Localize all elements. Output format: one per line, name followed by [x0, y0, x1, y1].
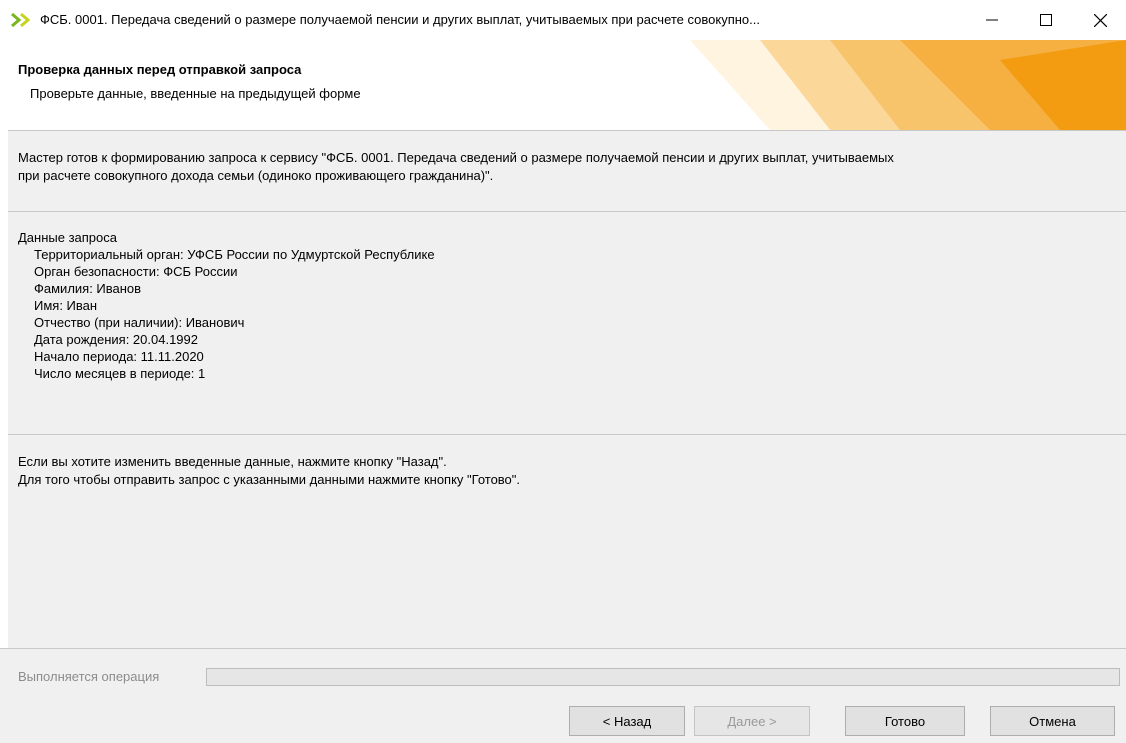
request-data-line: Дата рождения: 20.04.1992 — [34, 332, 198, 347]
wizard-footer: Выполняется операция < Назад Далее > Гот… — [0, 648, 1126, 743]
request-data-line: Имя: Иван — [34, 298, 98, 313]
request-data-line: Начало периода: 11.11.2020 — [34, 349, 204, 364]
request-data-line: Отчество (при наличии): Иванович — [34, 315, 245, 330]
page-subtitle: Проверьте данные, введенные на предыдуще… — [30, 86, 361, 101]
divider — [8, 211, 1126, 212]
wizard-header: Проверка данных перед отправкой запроса … — [0, 40, 1126, 130]
page-title: Проверка данных перед отправкой запроса — [18, 62, 302, 77]
double-chevron-right-icon — [11, 12, 31, 28]
request-data-line: Орган безопасности: ФСБ России — [34, 264, 238, 279]
cancel-button[interactable]: Отмена — [990, 706, 1115, 736]
hint-line-2: Для того чтобы отправить запрос с указан… — [18, 472, 521, 487]
divider — [8, 434, 1126, 435]
back-button[interactable]: < Назад — [569, 706, 685, 736]
request-data-block: Данные запроса Территориальный орган: УФ… — [18, 229, 435, 382]
request-data-line: Число месяцев в периоде: 1 — [34, 366, 206, 381]
window-title: ФСБ. 0001. Передача сведений о размере п… — [40, 12, 761, 27]
maximize-button[interactable] — [1020, 0, 1072, 40]
maximize-icon — [1040, 14, 1052, 26]
minimize-icon — [986, 19, 998, 21]
minimize-button[interactable] — [966, 0, 1018, 40]
next-button[interactable]: Далее > — [694, 706, 810, 736]
close-button[interactable] — [1074, 0, 1126, 40]
request-data-line: Фамилия: Иванов — [34, 281, 142, 296]
hint-text: Если вы хотите изменить введенные данные… — [18, 453, 520, 489]
intro-text: Мастер готов к формированию запроса к се… — [18, 149, 1118, 185]
header-decoration — [690, 40, 1126, 130]
close-icon — [1093, 13, 1107, 27]
done-button[interactable]: Готово — [845, 706, 965, 736]
operation-progress-bar — [206, 668, 1120, 686]
title-bar: ФСБ. 0001. Передача сведений о размере п… — [0, 0, 1126, 40]
operation-label: Выполняется операция — [18, 669, 160, 684]
request-data-heading: Данные запроса — [18, 230, 117, 245]
request-data-line: Территориальный орган: УФСБ России по Уд… — [34, 247, 435, 262]
hint-line-1: Если вы хотите изменить введенные данные… — [18, 454, 447, 469]
wizard-content: Мастер готов к формированию запроса к се… — [8, 130, 1126, 649]
intro-line-2: при расчете совокупного дохода семьи (од… — [18, 168, 494, 183]
intro-line-1: Мастер готов к формированию запроса к се… — [18, 150, 894, 165]
